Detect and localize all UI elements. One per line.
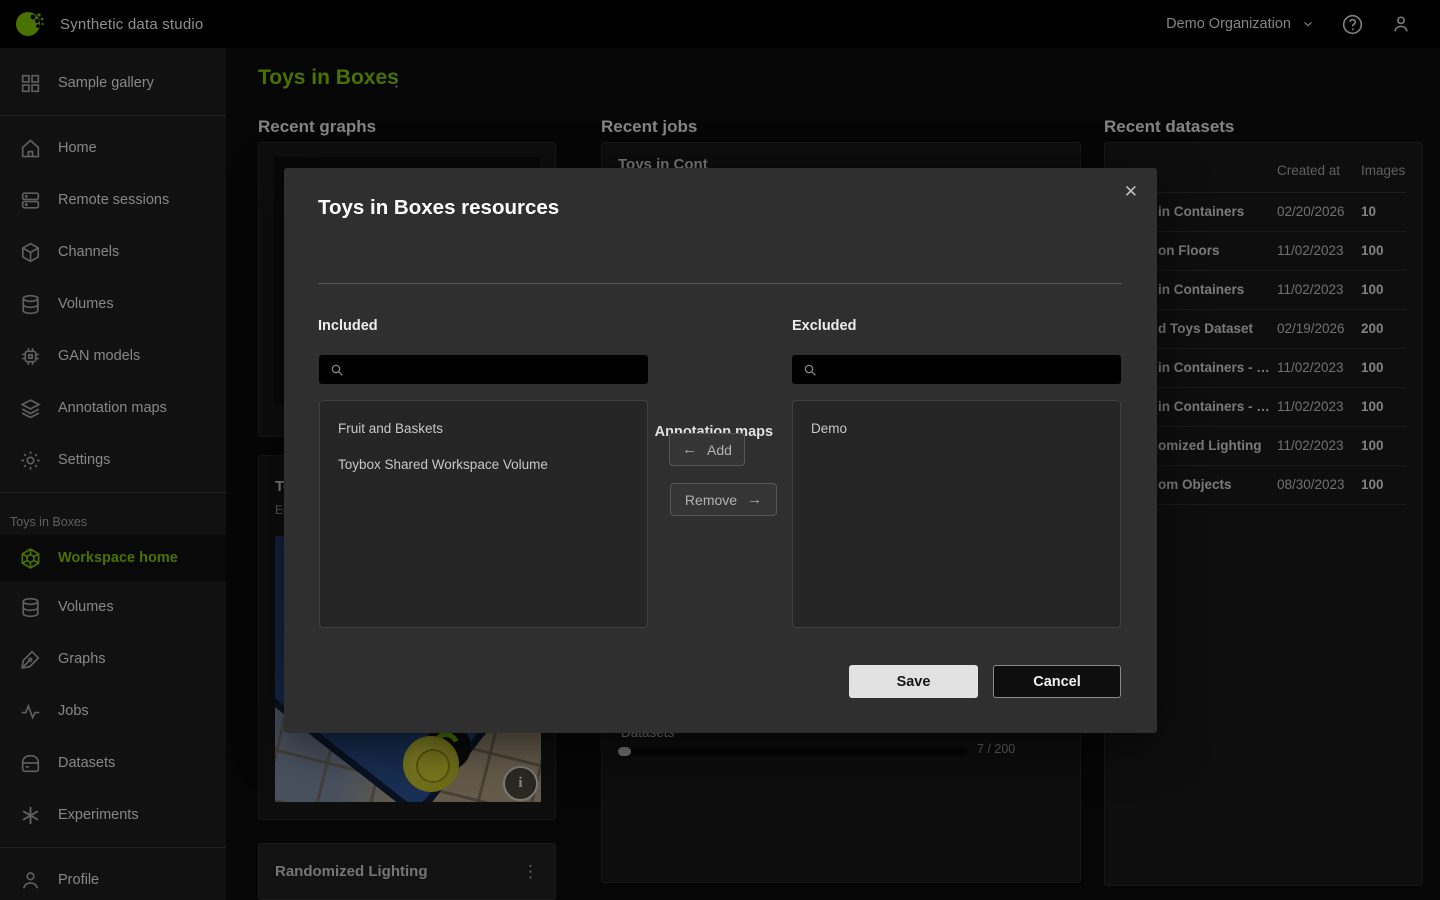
- remove-button-label: Remove: [685, 492, 737, 508]
- arrow-right-icon: →: [747, 491, 762, 508]
- list-item[interactable]: Demo: [793, 411, 1120, 447]
- search-icon: [802, 362, 818, 378]
- excluded-list: Demo: [792, 400, 1121, 628]
- search-icon: [329, 362, 345, 378]
- remove-button[interactable]: Remove →: [670, 483, 777, 516]
- tabs-underline: [318, 283, 1122, 284]
- list-item[interactable]: Fruit and Baskets: [320, 411, 647, 447]
- excluded-label: Excluded: [792, 318, 856, 334]
- save-button[interactable]: Save: [849, 665, 978, 698]
- cancel-button[interactable]: Cancel: [993, 665, 1121, 698]
- resources-modal: ✕ Toys in Boxes resources Channels Volum…: [284, 168, 1157, 733]
- included-label: Included: [318, 318, 378, 334]
- included-list: Fruit and Baskets Toybox Shared Workspac…: [319, 400, 648, 628]
- close-icon[interactable]: ✕: [1120, 180, 1142, 204]
- included-search-input[interactable]: [345, 362, 648, 377]
- modal-title: Toys in Boxes resources: [318, 196, 559, 220]
- excluded-search-input[interactable]: [818, 362, 1121, 377]
- list-item[interactable]: Toybox Shared Workspace Volume: [320, 447, 647, 483]
- add-button[interactable]: ← Add: [669, 433, 745, 466]
- app-root: Synthetic data studio Demo Organization …: [0, 0, 1440, 900]
- add-button-label: Add: [707, 442, 732, 458]
- arrow-left-icon: ←: [682, 441, 697, 458]
- excluded-search: [792, 355, 1121, 384]
- included-search: [319, 355, 648, 384]
